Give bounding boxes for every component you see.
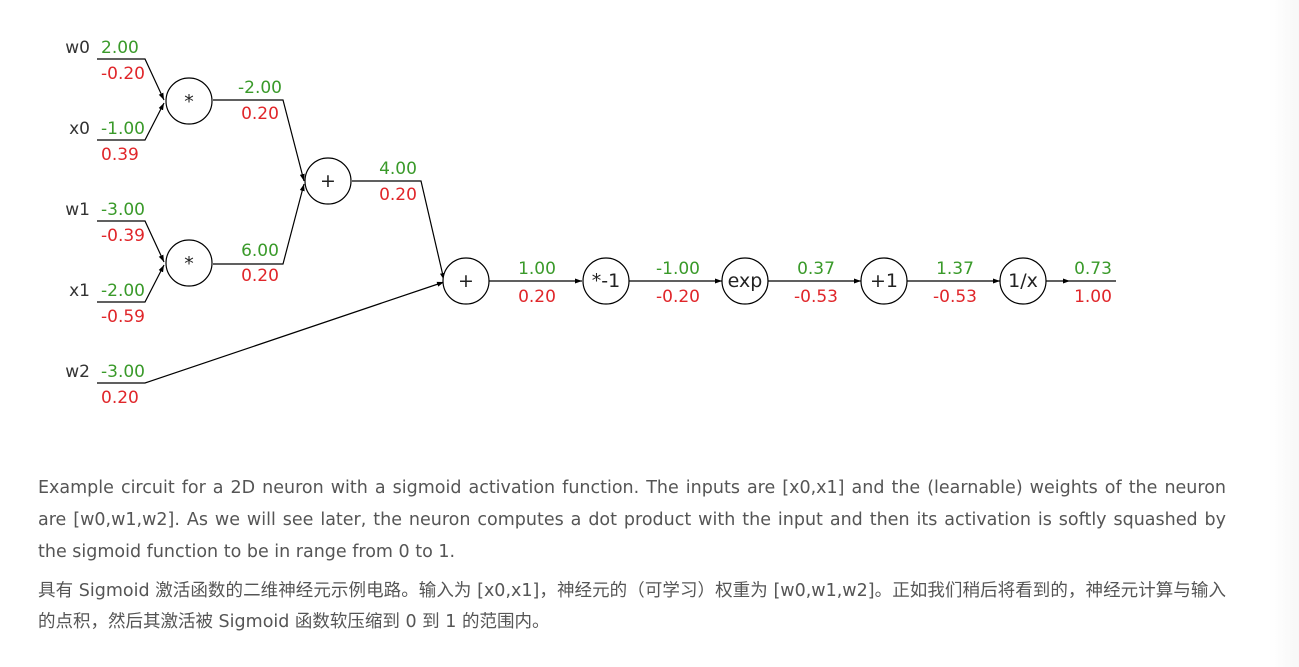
input-x1-grad: -0.59 [101, 307, 145, 327]
gate-mul0: * [165, 77, 213, 125]
gate-plus1-op: +1 [870, 270, 898, 292]
wire-w2 [97, 281, 445, 384]
input-w1-name: w1 [65, 200, 90, 220]
input-w0-name: w0 [65, 38, 90, 58]
plus1-grad: -0.53 [933, 287, 977, 307]
mul1-forward: 6.00 [241, 241, 279, 261]
mul0-forward: -2.00 [238, 78, 282, 98]
input-w2-forward: -3.00 [101, 362, 145, 382]
exp-forward: 0.37 [797, 259, 835, 279]
input-w2-grad: 0.20 [101, 388, 139, 408]
mul1-grad: 0.20 [241, 266, 279, 286]
gate-mul0-op: * [184, 91, 194, 113]
input-x0-forward: -1.00 [101, 119, 145, 139]
gate-add0: + [304, 157, 352, 205]
input-x1-name: x1 [69, 281, 90, 301]
input-x0-grad: 0.39 [101, 145, 139, 165]
neg-forward: -1.00 [656, 259, 700, 279]
gate-add1: + [442, 257, 490, 305]
gate-inv: 1/x [999, 257, 1047, 305]
input-w1-grad: -0.39 [101, 226, 145, 246]
inv-forward: 0.73 [1074, 259, 1112, 279]
exp-grad: -0.53 [794, 287, 838, 307]
input-x1-forward: -2.00 [101, 281, 145, 301]
input-w2-name: w2 [65, 362, 90, 382]
caption-english: Example circuit for a 2D neuron with a s… [38, 478, 1226, 562]
gate-exp-op: exp [728, 270, 763, 292]
gate-mul1-op: * [184, 253, 194, 275]
plus1-forward: 1.37 [936, 259, 974, 279]
add1-grad: 0.20 [518, 287, 556, 307]
gate-neg-op: *-1 [592, 270, 620, 292]
gate-neg: *-1 [582, 257, 630, 305]
gate-add1-op: + [458, 270, 474, 292]
input-w0-grad: -0.20 [101, 64, 145, 84]
input-w1-forward: -3.00 [101, 200, 145, 220]
gate-add0-op: + [320, 170, 336, 192]
mul0-grad: 0.20 [241, 104, 279, 124]
add0-forward: 4.00 [379, 159, 417, 179]
input-w0-forward: 2.00 [101, 38, 139, 58]
gate-inv-op: 1/x [1008, 270, 1038, 292]
gate-exp: exp [721, 257, 769, 305]
add1-forward: 1.00 [518, 259, 556, 279]
gate-mul1: * [165, 239, 213, 287]
input-x0-name: x0 [69, 119, 90, 139]
gate-plus1: +1 [860, 257, 908, 305]
inv-grad: 1.00 [1074, 287, 1112, 307]
add0-grad: 0.20 [379, 185, 417, 205]
neuron-circuit-diagram: * * + + *-1 exp +1 1/x w0 2.00 -0.20 x0 … [65, 38, 1116, 408]
caption-chinese: 具有 Sigmoid 激活函数的二维神经元示例电路。输入为 [x0,x1]，神经… [38, 581, 1226, 632]
page-edge-shade [1269, 0, 1299, 667]
neg-grad: -0.20 [656, 287, 700, 307]
